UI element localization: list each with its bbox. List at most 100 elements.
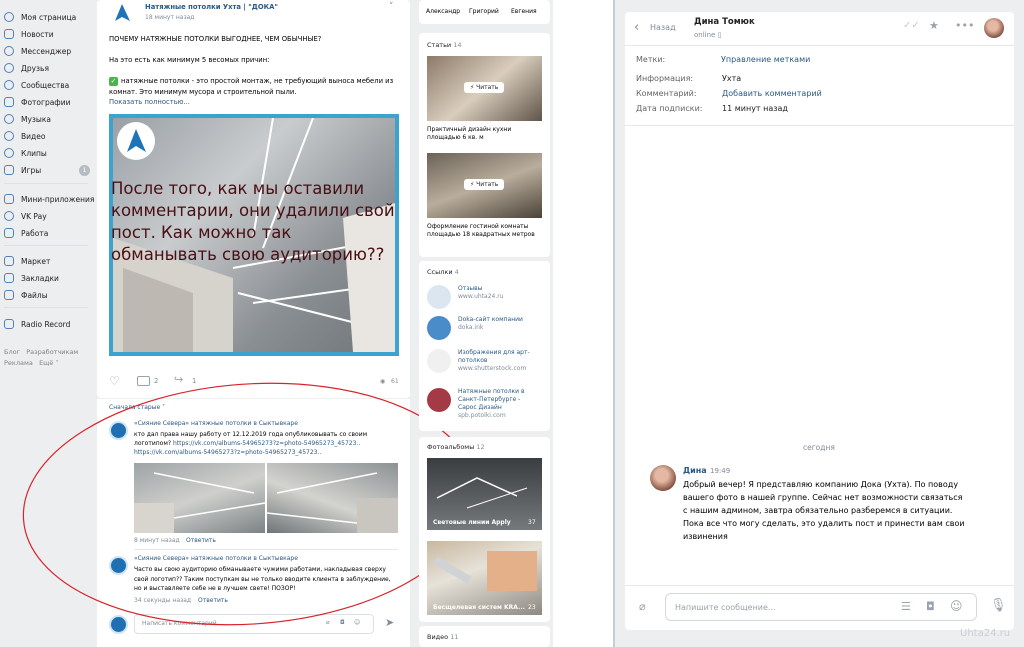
- footer-more[interactable]: Ещё: [39, 359, 53, 367]
- album-count: 37: [528, 519, 536, 526]
- sidebar-item-friends[interactable]: Друзья: [4, 61, 49, 75]
- add-comment-link[interactable]: Добавить комментарий: [722, 89, 822, 98]
- date-divider: сегодня: [803, 443, 835, 452]
- message-author[interactable]: Дина: [683, 466, 707, 475]
- sidebar-item-news[interactable]: Новости: [4, 27, 54, 41]
- more-options-icon[interactable]: •••: [955, 19, 974, 32]
- contact-avatar[interactable]: [984, 18, 1004, 38]
- albums-widget: Фотоальбомы 12 Световые линии Apply 37 Б…: [419, 437, 550, 622]
- chevron-down-icon: ˅: [53, 359, 59, 367]
- message-input[interactable]: Напишите сообщение... ☰ ◘ ☺: [665, 593, 977, 621]
- read-button[interactable]: ⚡ Читать: [464, 179, 505, 190]
- chat-contact-name[interactable]: Дина Томюк: [694, 17, 755, 27]
- vkpay-icon: [4, 211, 14, 221]
- video-title[interactable]: Видео 11: [427, 633, 459, 641]
- microphone-icon[interactable]: 🎙: [990, 598, 1007, 613]
- communities-icon: [4, 80, 14, 90]
- friend-name[interactable]: Александр: [426, 8, 460, 15]
- message-avatar[interactable]: [650, 465, 676, 491]
- sidebar-item-mini-apps[interactable]: Мини-приложения: [4, 192, 94, 206]
- games-badge: 1: [79, 165, 90, 176]
- post-author[interactable]: Натяжные потолки Ухта | "ДОКА": [145, 3, 278, 11]
- post-menu-chevron-icon[interactable]: ˅: [389, 2, 394, 12]
- message-text: Добрый вечер! Я представляю компанию Док…: [683, 480, 965, 541]
- window-edge: [613, 0, 615, 647]
- post-headline: ПОЧЕМУ НАТЯЖНЫЕ ПОТОЛКИ ВЫГОДНЕЕ, ЧЕМ ОБ…: [109, 35, 322, 43]
- sidebar-item-vk-pay[interactable]: VK Pay: [4, 209, 47, 223]
- template-list-icon[interactable]: ☰: [901, 600, 911, 613]
- community-avatar[interactable]: [111, 2, 133, 24]
- sidebar-item-market[interactable]: Маркет: [4, 254, 50, 268]
- article-title[interactable]: Практичный дизайн кухни площадью 6 кв. м: [427, 126, 542, 142]
- sidebar-item-work[interactable]: Работа: [4, 226, 48, 240]
- sidebar-item-bookmarks[interactable]: Закладки: [4, 271, 59, 285]
- link-thumbnail: [427, 285, 451, 309]
- friends-widget: Александр Григорий Евгения: [419, 0, 550, 24]
- files-icon: [4, 290, 14, 300]
- video-icon: [4, 131, 14, 141]
- footer-devs[interactable]: Разработчикам: [26, 348, 78, 356]
- sidebar-item-video[interactable]: Видео: [4, 129, 45, 143]
- camera-icon[interactable]: ◘: [926, 600, 935, 613]
- link-item[interactable]: Doka-сайт компании doka.ink: [427, 316, 538, 340]
- link-item[interactable]: Отзывы www.uhta24.ru: [427, 285, 538, 309]
- meta-comment-row: Комментарий: Добавить комментарий: [636, 89, 822, 98]
- overlay-text: После того, как мы оставили комментарии,…: [111, 179, 395, 264]
- sidebar-item-clips[interactable]: Клипы: [4, 146, 47, 160]
- home-icon: [4, 12, 14, 22]
- online-status: online ▯: [694, 31, 722, 39]
- read-button[interactable]: ⚡ Читать: [464, 82, 505, 93]
- sidebar-item-radio-record[interactable]: Radio Record: [4, 317, 70, 331]
- back-button[interactable]: Назад: [650, 23, 676, 32]
- articles-title[interactable]: Статьи 14: [427, 41, 462, 49]
- footer-blog[interactable]: Блог: [4, 348, 20, 356]
- message-time: 19:49: [710, 467, 731, 475]
- sidebar-item-files[interactable]: Файлы: [4, 288, 48, 302]
- music-icon: [4, 114, 14, 124]
- album-count: 23: [528, 604, 536, 611]
- links-title[interactable]: Ссылки 4: [427, 268, 459, 276]
- messenger-icon: [4, 46, 14, 56]
- sidebar-item-messenger[interactable]: Мессенджер: [4, 44, 71, 58]
- article-cover[interactable]: ⚡ Читать: [427, 153, 542, 218]
- bookmarks-icon: [4, 273, 14, 283]
- attach-icon[interactable]: ⌀: [639, 600, 646, 613]
- radio-icon: [4, 319, 14, 329]
- album-cover[interactable]: Бесщелевая систем KRA... 23: [427, 541, 542, 615]
- link-thumbnail: [427, 316, 451, 340]
- article-cover[interactable]: ⚡ Читать: [427, 56, 542, 121]
- albums-title[interactable]: Фотоальбомы 12: [427, 443, 485, 451]
- photos-icon: [4, 97, 14, 107]
- meta-info-row: Информация: Ухта: [636, 74, 742, 83]
- album-title: Бесщелевая систем KRA...: [433, 604, 525, 611]
- post-intro: На это есть как минимум 5 весомых причин…: [109, 56, 270, 64]
- sidebar-divider: [4, 183, 88, 184]
- album-cover[interactable]: Световые линии Apply 37: [427, 458, 542, 530]
- footer-links-2: Реклама Ещё ˅: [4, 359, 59, 367]
- article-title[interactable]: Оформление гостиной комнаты площадью 18 …: [427, 223, 542, 239]
- post-image[interactable]: После того, как мы оставили комментарии,…: [109, 114, 399, 356]
- star-icon[interactable]: ★: [929, 19, 939, 32]
- sidebar-item-music[interactable]: Музыка: [4, 112, 51, 126]
- meta-divider: [625, 125, 1014, 126]
- show-more-link[interactable]: Показать полностью...: [109, 98, 190, 106]
- market-icon: [4, 256, 14, 266]
- link-item[interactable]: Натяжные потолки в Санкт-Петербурге - Са…: [427, 388, 538, 419]
- sidebar-item-my-page[interactable]: Моя страница: [4, 10, 76, 24]
- sidebar-item-games[interactable]: Игры: [4, 163, 41, 177]
- back-chevron-icon[interactable]: ‹: [634, 20, 639, 35]
- post-time[interactable]: 18 минут назад: [145, 14, 194, 21]
- sidebar-item-photos[interactable]: Фотографии: [4, 95, 70, 109]
- post-point: натяжные потолки - это простой монтаж, н…: [109, 77, 394, 96]
- footer-ads[interactable]: Реклама: [4, 359, 33, 367]
- manage-tags-link[interactable]: Управление метками: [721, 55, 810, 64]
- emoji-icon[interactable]: ☺: [950, 599, 963, 613]
- sidebar-item-communities[interactable]: Сообщества: [4, 78, 69, 92]
- friend-name[interactable]: Евгения: [511, 8, 537, 15]
- work-icon: [4, 228, 14, 238]
- link-item[interactable]: Изображения для арт-потолков www.shutters…: [427, 349, 538, 373]
- games-icon: [4, 165, 14, 175]
- double-check-icon: ✓✓: [903, 20, 920, 31]
- watermark: Uhta24.ru: [960, 628, 1011, 639]
- friend-name[interactable]: Григорий: [469, 8, 499, 15]
